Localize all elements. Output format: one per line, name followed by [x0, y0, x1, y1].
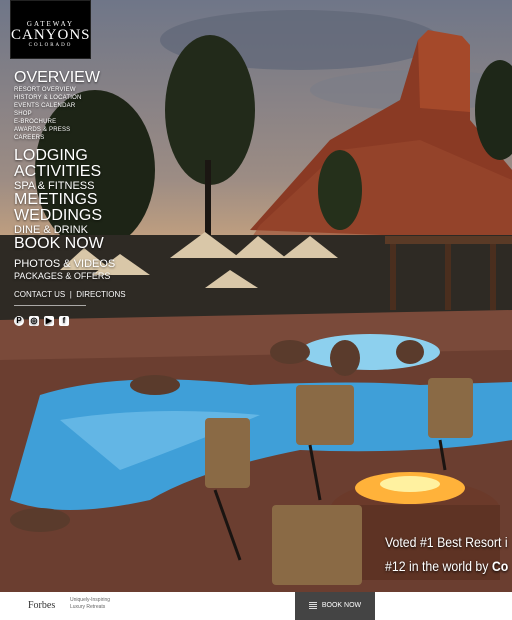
logo-line-canyons: CANYONS [11, 27, 91, 43]
nav-resort-overview[interactable]: RESORT OVERVIEW [14, 86, 126, 94]
social-links: P ◎ ▶ f [14, 316, 126, 326]
award-line-2-prefix: #12 in the world by [385, 558, 492, 574]
nav-divider [14, 305, 86, 306]
award-line-1: Voted #1 Best Resort i [385, 534, 508, 550]
facebook-icon[interactable]: f [59, 316, 69, 326]
nav-contact-directions: CONTACT US | DIRECTIONS [14, 284, 126, 302]
nav-events-calendar[interactable]: EVENTS CALENDAR [14, 102, 126, 110]
logo-line-colorado: COLORADO [28, 43, 73, 48]
nav-careers[interactable]: CAREERS [14, 134, 126, 142]
nav-weddings[interactable]: WEDDINGS [14, 208, 126, 224]
gateway-canyons-logo[interactable]: GATEWAY CANYONS COLORADO [10, 0, 91, 59]
nav-book-now[interactable]: BOOK NOW [14, 236, 126, 252]
forbes-tagline: Uniquely-Inspiring Luxury Retreats [70, 597, 110, 611]
nav-meetings[interactable]: MEETINGS [14, 192, 126, 208]
book-now-label: BOOK NOW [321, 602, 362, 609]
nav-photos-videos[interactable]: PHOTOS & VIDEOS [14, 258, 126, 270]
nav-awards-press[interactable]: AWARDS & PRESS [14, 126, 126, 134]
youtube-icon[interactable]: ▶ [44, 316, 54, 326]
award-ribbon: Voted #1 Best Resort i #12 in the world … [385, 530, 508, 578]
nav-shop[interactable]: SHOP [14, 110, 126, 118]
nav-e-brochure[interactable]: E-BROCHURE [14, 118, 126, 126]
nav-overview[interactable]: OVERVIEW [14, 70, 126, 86]
nav-lodging[interactable]: LODGING [14, 148, 126, 164]
award-line-2-bold: Co [491, 558, 509, 574]
calendar-icon [308, 601, 317, 610]
nav-separator: | [69, 290, 72, 299]
forbes-logo: Forbes [28, 600, 56, 611]
tagline-line-2: Luxury Retreats [70, 604, 106, 610]
book-now-button[interactable]: BOOK NOW [295, 592, 375, 620]
award-line-2: #12 in the world by Co [385, 554, 508, 578]
instagram-icon[interactable]: ◎ [29, 316, 39, 326]
nav-contact-us[interactable]: CONTACT US [14, 290, 65, 299]
pinterest-icon[interactable]: P [14, 316, 24, 326]
nav-history-location[interactable]: HISTORY & LOCATION [14, 94, 126, 102]
main-nav: OVERVIEW RESORT OVERVIEW HISTORY & LOCAT… [14, 70, 126, 326]
footer-bar: Forbes Uniquely-Inspiring Luxury Retreat… [0, 592, 512, 620]
tagline-line-1: Uniquely-Inspiring [70, 597, 111, 603]
nav-packages-offers[interactable]: PACKAGES & OFFERS [14, 270, 126, 282]
nav-activities[interactable]: ACTIVITIES [14, 164, 126, 180]
nav-directions[interactable]: DIRECTIONS [76, 290, 125, 299]
